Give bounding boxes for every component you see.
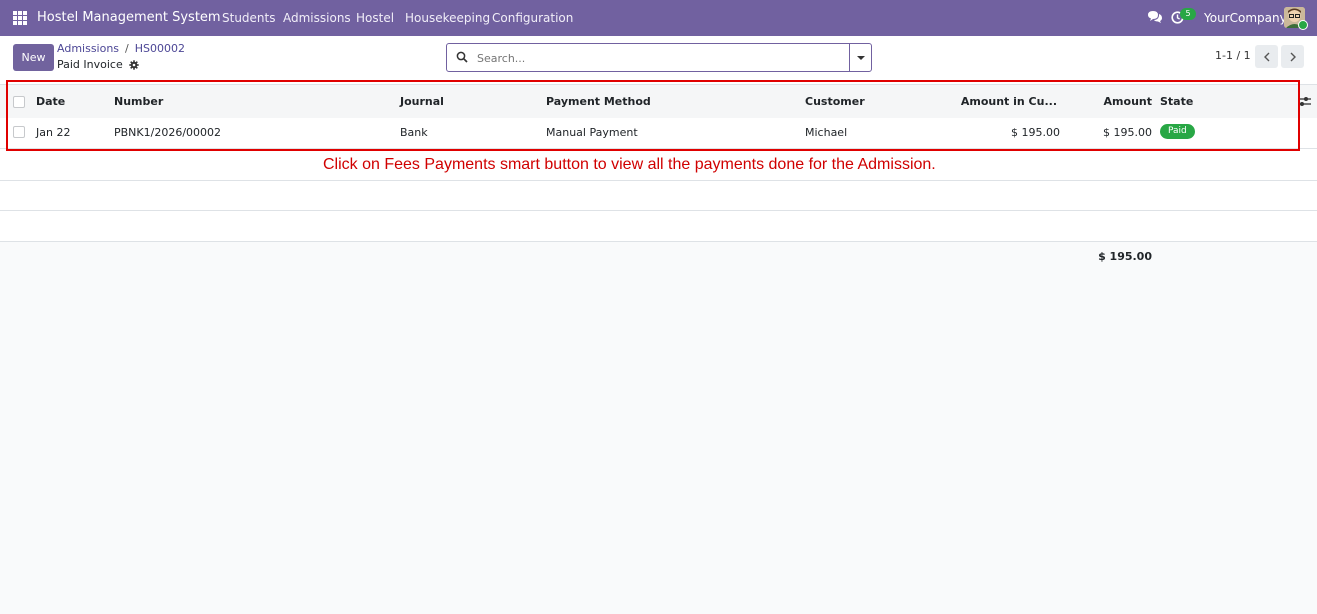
menu-item-housekeeping[interactable]: Housekeeping [405, 11, 490, 25]
search-options-toggle[interactable] [849, 44, 872, 71]
chevron-left-icon [1263, 52, 1269, 61]
menu-item-students[interactable]: Students [222, 11, 276, 25]
annotation-text: Click on Fees Payments smart button to v… [323, 156, 936, 173]
annotation-highlight-box [6, 80, 1300, 151]
activity-count-badge: 5 [1180, 8, 1196, 20]
pager-value[interactable]: 1-1 / 1 [1215, 49, 1251, 62]
empty-row-divider [0, 180, 1317, 181]
new-button[interactable]: New [13, 44, 54, 71]
breadcrumb: Admissions / HS00002 [57, 42, 185, 55]
page-title: Paid Invoice [57, 58, 123, 71]
online-status-dot [1298, 20, 1308, 30]
page-title-container: Paid Invoice [57, 58, 139, 71]
gear-icon[interactable] [129, 59, 139, 70]
breadcrumb-item-record[interactable]: HS00002 [135, 42, 185, 55]
apps-menu-icon[interactable] [13, 11, 27, 25]
breadcrumb-item-admissions[interactable]: Admissions [57, 42, 119, 55]
search-bar [446, 43, 872, 72]
pager-previous-button[interactable] [1255, 45, 1278, 68]
app-title[interactable]: Hostel Management System [37, 10, 221, 25]
search-icon [456, 51, 468, 63]
chevron-right-icon [1290, 52, 1296, 61]
search-input[interactable] [475, 48, 859, 68]
caret-down-icon [857, 56, 865, 60]
pager-next-button[interactable] [1281, 45, 1304, 68]
company-switcher[interactable]: YourCompany [1204, 11, 1287, 25]
top-navbar: Hostel Management System Students Admiss… [0, 0, 1317, 36]
breadcrumb-separator: / [125, 42, 129, 55]
chat-icon[interactable] [1147, 10, 1163, 24]
menu-item-hostel[interactable]: Hostel [356, 11, 394, 25]
menu-item-configuration[interactable]: Configuration [492, 11, 573, 25]
total-amount: $ 195.00 [1098, 250, 1152, 263]
list-footer-area [0, 242, 1317, 614]
empty-row-divider [0, 210, 1317, 211]
menu-item-admissions[interactable]: Admissions [283, 11, 351, 25]
